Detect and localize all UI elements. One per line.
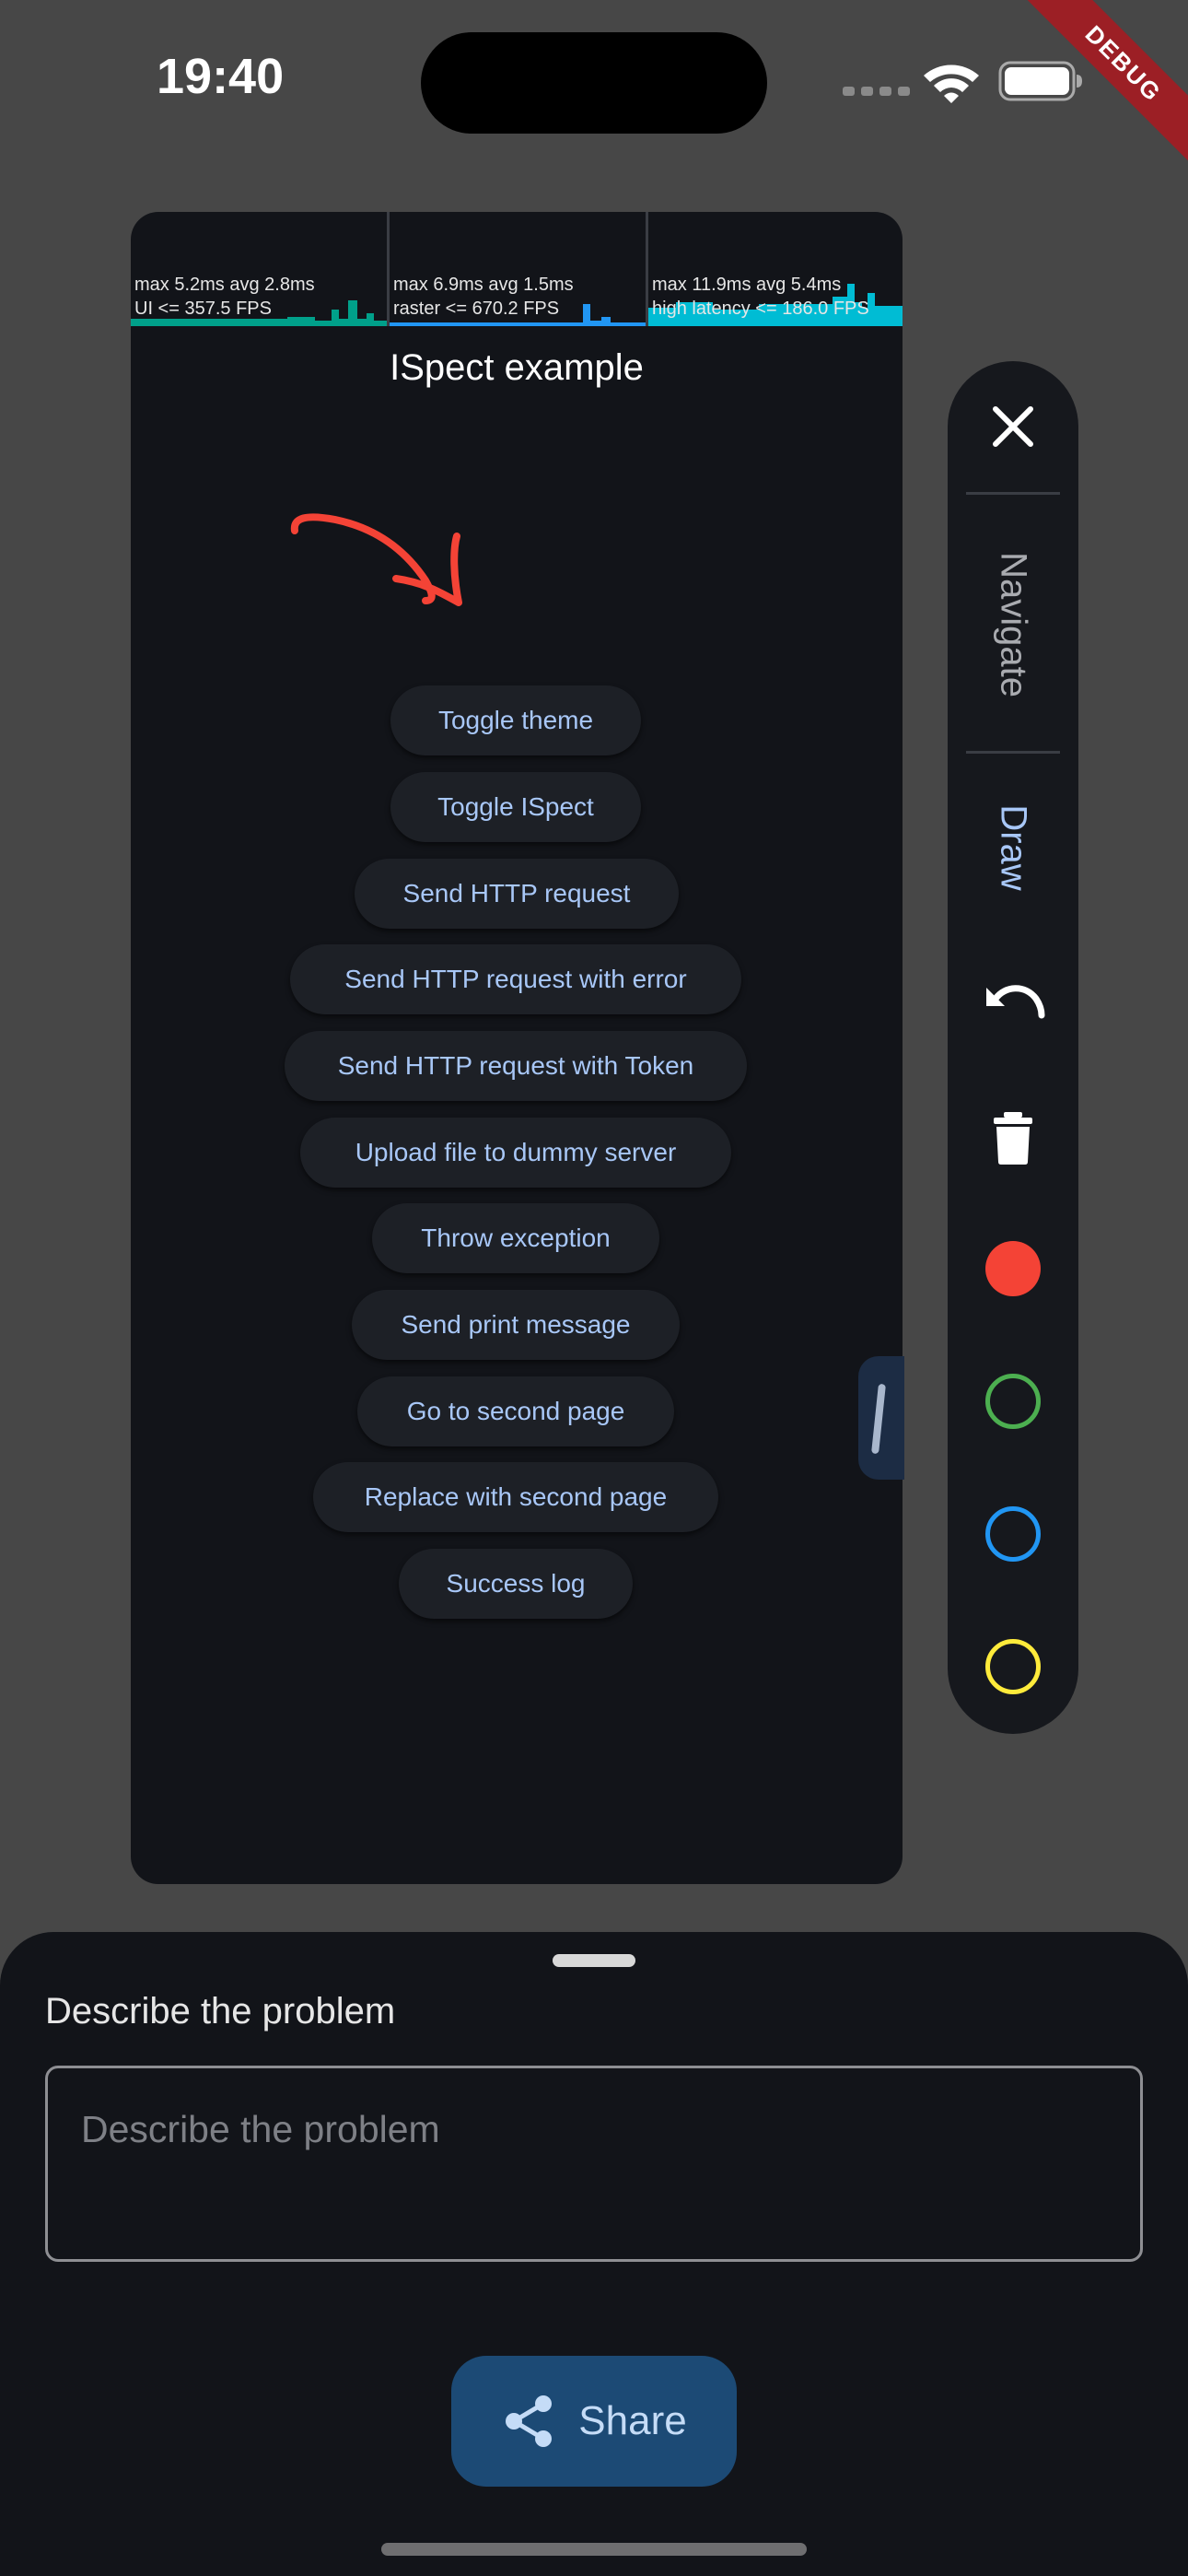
problem-label: Describe the problem bbox=[45, 1991, 396, 2032]
toggle-theme-button[interactable]: Toggle theme bbox=[390, 685, 641, 755]
success-log-button[interactable]: Success log bbox=[399, 1549, 633, 1619]
perf-ui-fps: UI <= 357.5 FPS bbox=[134, 299, 272, 319]
perf-raster-fps: raster <= 670.2 FPS bbox=[393, 299, 560, 319]
perf-raster-stats: max 6.9ms avg 1.5ms bbox=[393, 275, 574, 295]
navigate-mode-button[interactable]: Navigate bbox=[993, 552, 1034, 697]
send-print-message-button[interactable]: Send print message bbox=[352, 1290, 680, 1360]
share-button[interactable]: Share bbox=[451, 2356, 737, 2487]
performance-overlay: max 5.2ms avg 2.8ms UI <= 357.5 FPS max … bbox=[131, 212, 903, 326]
status-time: 19:40 bbox=[157, 49, 285, 104]
throw-exception-button[interactable]: Throw exception bbox=[372, 1203, 659, 1273]
toolbar-divider bbox=[966, 492, 1060, 495]
panel-handle[interactable] bbox=[858, 1356, 904, 1480]
cellular-signal-icon bbox=[843, 87, 910, 96]
wifi-icon bbox=[924, 64, 979, 103]
home-indicator[interactable] bbox=[381, 2543, 807, 2556]
perf-ui-graph: max 5.2ms avg 2.8ms UI <= 357.5 FPS bbox=[131, 212, 387, 326]
app-preview: max 5.2ms avg 2.8ms UI <= 357.5 FPS max … bbox=[131, 212, 903, 1884]
color-yellow-swatch[interactable] bbox=[985, 1639, 1041, 1694]
draw-mode-button[interactable]: Draw bbox=[993, 804, 1034, 890]
perf-latency-graph: max 11.9ms avg 5.4ms high latency <= 186… bbox=[648, 212, 903, 326]
color-blue-swatch[interactable] bbox=[985, 1506, 1041, 1562]
close-icon[interactable] bbox=[948, 404, 1078, 450]
sheet-drag-handle[interactable] bbox=[553, 1954, 635, 1967]
battery-icon bbox=[998, 61, 1082, 101]
color-green-swatch[interactable] bbox=[985, 1374, 1041, 1429]
undo-icon[interactable] bbox=[948, 978, 1078, 1019]
perf-raster-graph: max 6.9ms avg 1.5ms raster <= 670.2 FPS bbox=[390, 212, 646, 326]
send-http-request-error-button[interactable]: Send HTTP request with error bbox=[290, 944, 741, 1014]
trash-icon[interactable] bbox=[948, 1110, 1078, 1165]
red-arrow-drawing bbox=[290, 513, 462, 606]
perf-latency-fps: high latency <= 186.0 FPS bbox=[652, 299, 869, 319]
toolbar-divider bbox=[966, 751, 1060, 754]
annotation-toolbar: Navigate Draw bbox=[948, 361, 1078, 1734]
problem-input[interactable] bbox=[79, 2107, 1096, 2152]
perf-latency-stats: max 11.9ms avg 5.4ms bbox=[652, 275, 842, 295]
perf-ui-stats: max 5.2ms avg 2.8ms bbox=[134, 275, 315, 295]
app-title: ISpect example bbox=[390, 347, 644, 388]
dynamic-island bbox=[421, 32, 767, 134]
share-label: Share bbox=[578, 2398, 687, 2443]
send-http-request-token-button[interactable]: Send HTTP request with Token bbox=[285, 1031, 747, 1101]
problem-field[interactable] bbox=[45, 2066, 1143, 2262]
toggle-ispect-button[interactable]: Toggle ISpect bbox=[390, 772, 641, 842]
upload-file-button[interactable]: Upload file to dummy server bbox=[300, 1118, 731, 1188]
replace-with-second-page-button[interactable]: Replace with second page bbox=[313, 1462, 718, 1532]
send-http-request-button[interactable]: Send HTTP request bbox=[355, 859, 679, 929]
color-red-swatch[interactable] bbox=[985, 1241, 1041, 1296]
go-to-second-page-button[interactable]: Go to second page bbox=[357, 1376, 674, 1446]
feedback-sheet: Describe the problem Share bbox=[0, 1932, 1188, 2576]
share-icon bbox=[506, 2395, 553, 2447]
